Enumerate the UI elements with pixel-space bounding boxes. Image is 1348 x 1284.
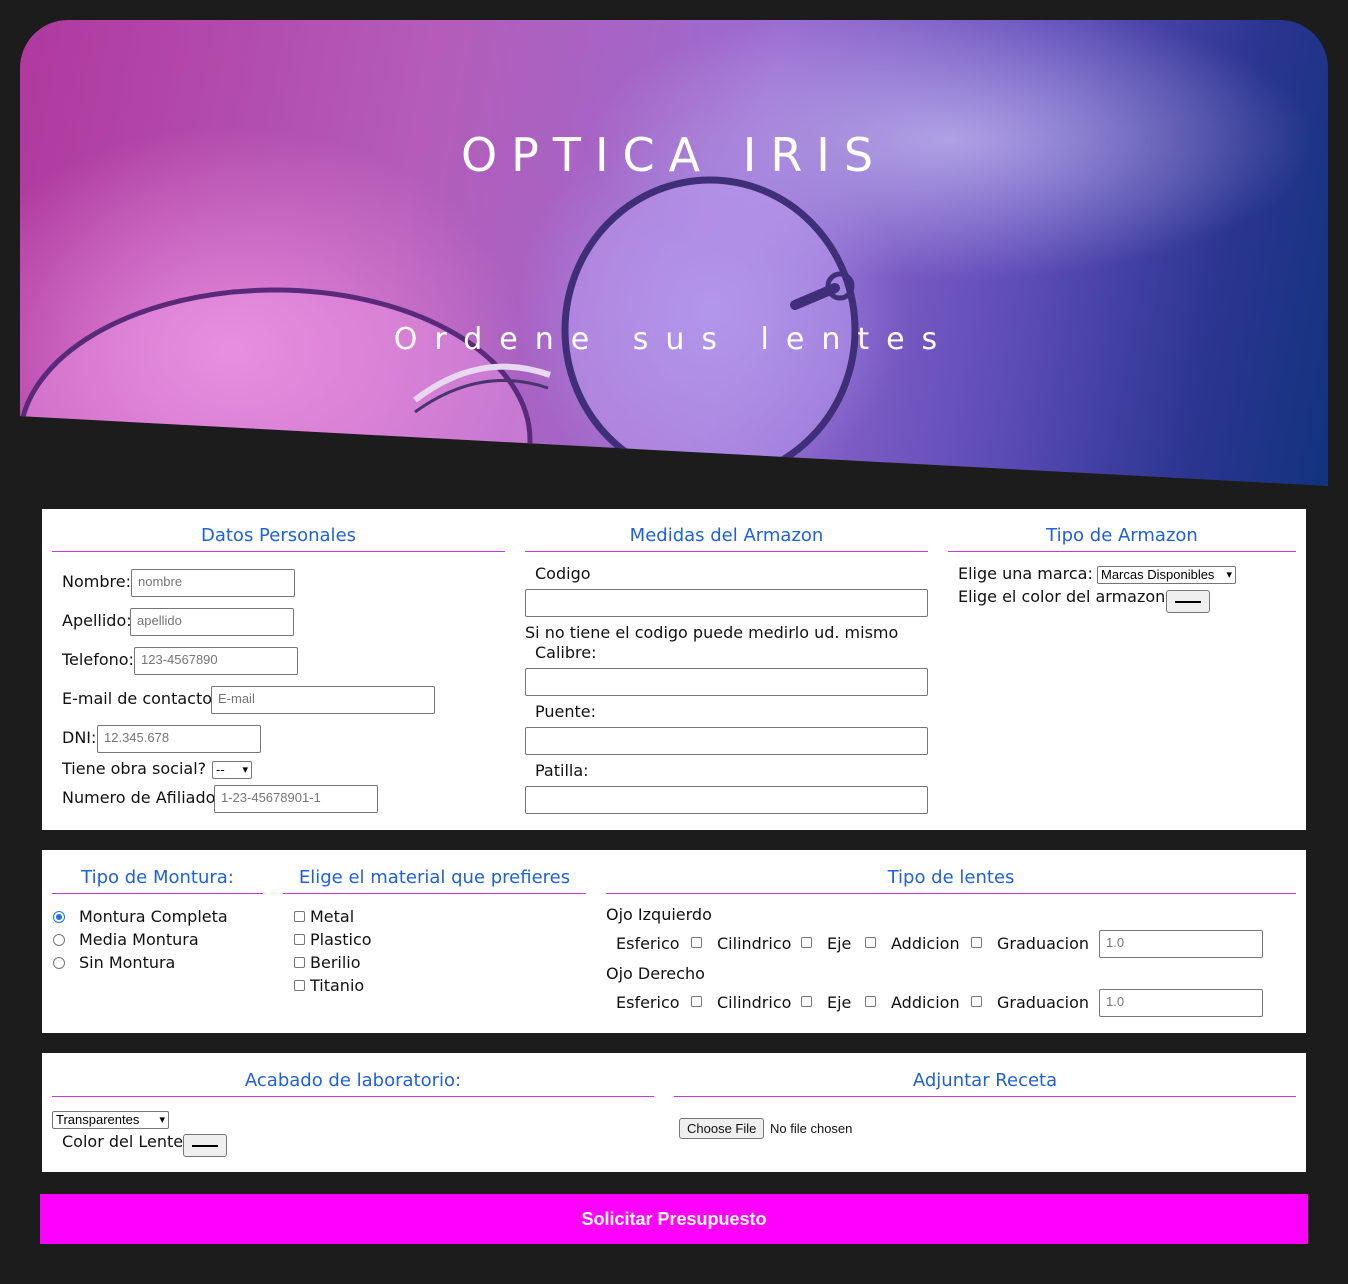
montura-option-label: Media Montura xyxy=(79,930,199,949)
montura-option-label: Montura Completa xyxy=(79,907,228,926)
der-esferico-label: Esferico xyxy=(616,993,680,1012)
izq-graduacion-input[interactable]: 1.0 xyxy=(1099,930,1263,958)
color-armazon-picker[interactable] xyxy=(1166,590,1210,613)
medidas-hint: Si no tiene el codigo puede medirlo ud. … xyxy=(525,623,899,642)
marca-label: Elige una marca: xyxy=(958,564,1093,583)
der-addicion-label: Addicion xyxy=(891,993,960,1012)
telefono-input[interactable]: 123-4567890 xyxy=(134,647,298,675)
color-swatch xyxy=(192,1145,218,1147)
file-status-text: No file chosen xyxy=(770,1121,853,1136)
afiliado-label: Numero de Afiliado: xyxy=(62,788,221,807)
chevron-down-icon: ▾ xyxy=(159,1114,165,1126)
acabado-select[interactable]: Transparentes ▾ xyxy=(52,1111,169,1129)
nombre-input[interactable]: nombre xyxy=(131,569,295,597)
radio-media-montura[interactable] xyxy=(53,934,65,946)
sunglasses-illustration xyxy=(20,176,859,486)
section-title-medidas: Medidas del Armazon xyxy=(525,525,928,552)
radio-sin-montura[interactable] xyxy=(53,957,65,969)
der-eje-label: Eje xyxy=(827,993,852,1012)
der-graduacion-input[interactable]: 1.0 xyxy=(1099,989,1263,1017)
material-option-label: Plastico xyxy=(310,930,372,949)
acabado-value: Transparentes xyxy=(56,1112,140,1127)
obra-social-select[interactable]: -- ▾ xyxy=(212,761,252,779)
izq-addicion-checkbox[interactable] xyxy=(971,937,982,948)
section-title-montura: Tipo de Montura: xyxy=(52,867,263,894)
panel-acabado: Acabado de laboratorio: Transparentes ▾ … xyxy=(42,1053,1306,1172)
puente-input[interactable] xyxy=(525,727,928,755)
checkbox-plastico[interactable] xyxy=(294,934,305,945)
puente-label: Puente: xyxy=(535,702,596,721)
obra-social-label: Tiene obra social? xyxy=(62,759,207,778)
radio-montura-completa[interactable] xyxy=(53,911,65,923)
izq-cilindrico-checkbox[interactable] xyxy=(801,937,812,948)
patilla-input[interactable] xyxy=(525,786,928,814)
material-option-label: Metal xyxy=(310,907,355,926)
der-cilindrico-label: Cilindrico xyxy=(717,993,792,1012)
section-title-datos-personales: Datos Personales xyxy=(52,525,505,552)
nombre-label: Nombre: xyxy=(62,572,131,591)
marca-select[interactable]: Marcas Disponibles ▾ xyxy=(1097,566,1236,584)
der-esferico-checkbox[interactable] xyxy=(691,996,702,1007)
izq-esferico-label: Esferico xyxy=(616,934,680,953)
afiliado-input[interactable]: 1-23-45678901-1 xyxy=(214,785,378,813)
obra-social-value: -- xyxy=(216,762,225,777)
solicitar-presupuesto-button[interactable]: Solicitar Presupuesto xyxy=(40,1194,1308,1244)
ojo-derecho-label: Ojo Derecho xyxy=(606,964,705,983)
apellido-input[interactable]: apellido xyxy=(130,608,294,636)
panel-lentes: Tipo de Montura: Montura Completa Media … xyxy=(42,850,1306,1033)
hero-banner: OPTICA IRIS Ordene sus lentes xyxy=(20,20,1328,486)
checkbox-metal[interactable] xyxy=(294,911,305,922)
color-swatch xyxy=(1175,601,1201,603)
section-title-material: Elige el material que prefieres xyxy=(283,867,586,894)
site-subtitle: Ordene sus lentes xyxy=(393,322,955,357)
izq-addicion-label: Addicion xyxy=(891,934,960,953)
color-armazon-label: Elige el color del armazon xyxy=(958,587,1166,606)
codigo-input[interactable] xyxy=(525,589,928,617)
telefono-label: Telefono: xyxy=(62,650,134,669)
section-title-tipo-lentes: Tipo de lentes xyxy=(606,867,1296,894)
color-lente-picker[interactable] xyxy=(183,1134,227,1157)
izq-esferico-checkbox[interactable] xyxy=(691,937,702,948)
der-graduacion-label: Graduacion xyxy=(997,993,1090,1012)
section-title-tipo-armazon: Tipo de Armazon xyxy=(948,525,1296,552)
material-option-label: Berilio xyxy=(310,953,361,972)
izq-graduacion-label: Graduacion xyxy=(997,934,1090,953)
choose-file-button[interactable]: Choose File xyxy=(679,1118,765,1139)
checkbox-titanio[interactable] xyxy=(294,980,305,991)
color-lente-label: Color del Lente: xyxy=(62,1132,189,1151)
der-addicion-checkbox[interactable] xyxy=(971,996,982,1007)
email-label: E-mail de contacto: xyxy=(62,689,218,708)
codigo-label: Codigo xyxy=(535,564,591,583)
panel-datos: Datos Personales Nombre: nombre Apellido… xyxy=(42,509,1306,830)
izq-eje-checkbox[interactable] xyxy=(865,937,876,948)
material-option-label: Titanio xyxy=(310,976,365,995)
marca-value: Marcas Disponibles xyxy=(1101,567,1215,582)
der-eje-checkbox[interactable] xyxy=(865,996,876,1007)
dni-input[interactable]: 12.345.678 xyxy=(97,725,261,753)
site-title: OPTICA IRIS xyxy=(460,128,888,182)
chevron-down-icon: ▾ xyxy=(1226,569,1232,581)
apellido-label: Apellido: xyxy=(62,611,132,630)
calibre-input[interactable] xyxy=(525,668,928,696)
checkbox-berilio[interactable] xyxy=(294,957,305,968)
dni-label: DNI: xyxy=(62,728,97,747)
ojo-izquierdo-label: Ojo Izquierdo xyxy=(606,905,712,924)
patilla-label: Patilla: xyxy=(535,761,589,780)
section-title-acabado: Acabado de laboratorio: xyxy=(52,1070,654,1097)
calibre-label: Calibre: xyxy=(535,643,597,662)
izq-cilindrico-label: Cilindrico xyxy=(717,934,792,953)
izq-eje-label: Eje xyxy=(827,934,852,953)
email-input[interactable]: E-mail xyxy=(211,686,435,714)
chevron-down-icon: ▾ xyxy=(242,764,248,776)
section-title-receta: Adjuntar Receta xyxy=(674,1070,1296,1097)
montura-option-label: Sin Montura xyxy=(79,953,176,972)
der-cilindrico-checkbox[interactable] xyxy=(801,996,812,1007)
